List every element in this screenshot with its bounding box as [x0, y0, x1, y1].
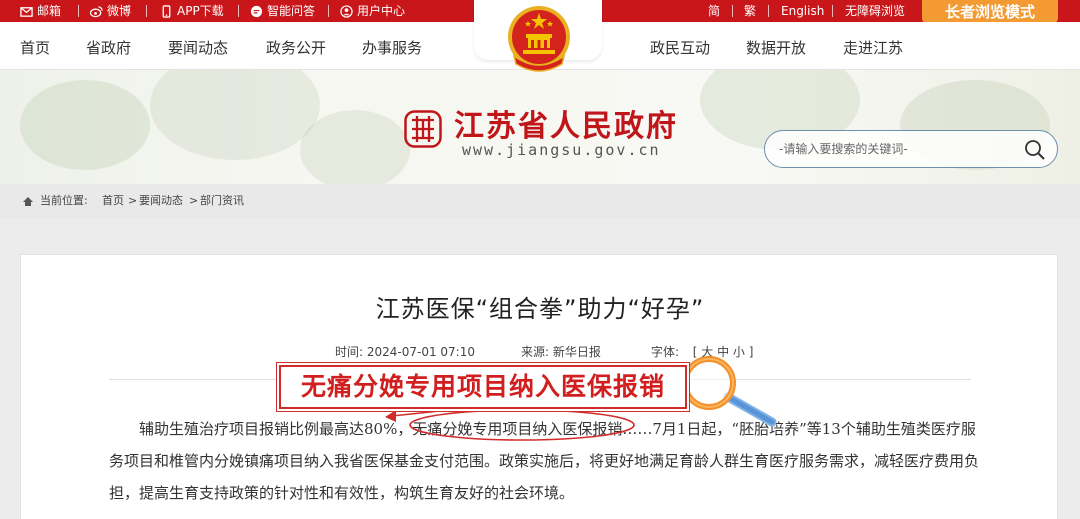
font-size-large[interactable]: 大	[701, 345, 713, 359]
lang-english-label: English	[781, 4, 825, 18]
jiangsu-logo-icon	[404, 110, 442, 148]
nav-item-government-affairs[interactable]: 政务公开	[266, 22, 326, 70]
nav-item-open-data[interactable]: 数据开放	[746, 22, 806, 70]
mail-link[interactable]: 邮箱	[20, 0, 61, 22]
search-box	[764, 130, 1058, 168]
breadcrumb-department-news[interactable]: 部门资讯	[200, 184, 244, 218]
lang-traditional-label: 繁	[744, 4, 757, 18]
font-size-control: 字体: [ 大 中 小 ]	[651, 343, 753, 360]
accessibility-label: 无障碍浏览	[845, 4, 906, 18]
nav-item-news[interactable]: 要闻动态	[168, 22, 228, 70]
breadcrumb: 当前位置: 首页 > 要闻动态 > 部门资讯	[0, 184, 1080, 218]
lang-simplified-label: 简	[708, 4, 721, 18]
user-center-label: 用户中心	[357, 4, 406, 18]
phone-icon	[162, 4, 171, 18]
annotation-callout: 无痛分娩专用项目纳入医保报销	[279, 365, 687, 409]
site-title: 江苏省人民政府	[454, 109, 678, 144]
mail-label: 邮箱	[37, 4, 62, 18]
chat-icon	[250, 5, 263, 17]
breadcrumb-separator: >	[189, 194, 199, 207]
nav-item-provincial-government[interactable]: 省政府	[86, 22, 131, 70]
accessibility-link[interactable]: 无障碍浏览	[845, 0, 905, 22]
annotation-callout-text: 无痛分娩专用项目纳入医保报销	[300, 372, 665, 401]
nav-item-about-jiangsu[interactable]: 走进江苏	[843, 22, 903, 70]
nav-item-services[interactable]: 办事服务	[362, 22, 422, 70]
site-banner: 江苏省人民政府 www.jiangsu.gov.cn	[0, 70, 1080, 184]
weibo-label: 微博	[107, 4, 132, 18]
breadcrumb-news[interactable]: 要闻动态	[139, 184, 183, 218]
user-center-link[interactable]: 用户中心	[340, 0, 405, 22]
font-size-bracket-open: [	[692, 345, 698, 359]
font-size-bracket-close: ]	[748, 345, 754, 359]
breadcrumb-home[interactable]: 首页	[102, 184, 124, 218]
nav-item-home[interactable]: 首页	[20, 22, 50, 70]
article-title: 江苏医保“组合拳”助力“好孕”	[375, 295, 705, 323]
location-icon	[23, 197, 33, 206]
smart-qa-link[interactable]: 智能问答	[250, 0, 315, 22]
site-url: www.jiangsu.gov.cn	[462, 141, 661, 159]
mail-icon	[20, 6, 33, 17]
article-source: 来源: 新华日报	[521, 345, 601, 359]
user-icon	[340, 4, 353, 18]
font-size-small[interactable]: 小	[733, 345, 745, 359]
nav-item-interaction[interactable]: 政民互动	[650, 22, 710, 70]
elder-mode-label: 长者浏览模式	[944, 3, 1035, 21]
breadcrumb-label: 当前位置:	[40, 194, 88, 207]
weibo-link[interactable]: 微博	[90, 0, 131, 22]
search-input[interactable]	[779, 139, 1019, 159]
national-emblem[interactable]	[506, 4, 572, 76]
font-size-medium[interactable]: 中	[717, 345, 729, 359]
article-time: 时间: 2024-07-01 07:10	[335, 345, 475, 359]
lang-traditional-link[interactable]: 繁	[744, 0, 756, 22]
smart-qa-label: 智能问答	[267, 4, 316, 18]
search-icon[interactable]	[1023, 138, 1047, 162]
elder-mode-button[interactable]: 长者浏览模式	[922, 0, 1058, 24]
app-download-link[interactable]: APP下载	[160, 0, 224, 22]
weibo-icon	[90, 5, 103, 17]
font-size-label: 字体:	[651, 345, 680, 359]
article-paragraph: 辅助生殖治疗项目报销比例最高达80%，无痛分娩专用项目纳入医保报销……7月1日起…	[109, 420, 980, 502]
breadcrumb-separator: >	[128, 194, 138, 207]
lang-simplified-link[interactable]: 简	[708, 0, 720, 22]
lang-english-link[interactable]: English	[781, 0, 824, 22]
app-download-label: APP下载	[177, 4, 224, 18]
